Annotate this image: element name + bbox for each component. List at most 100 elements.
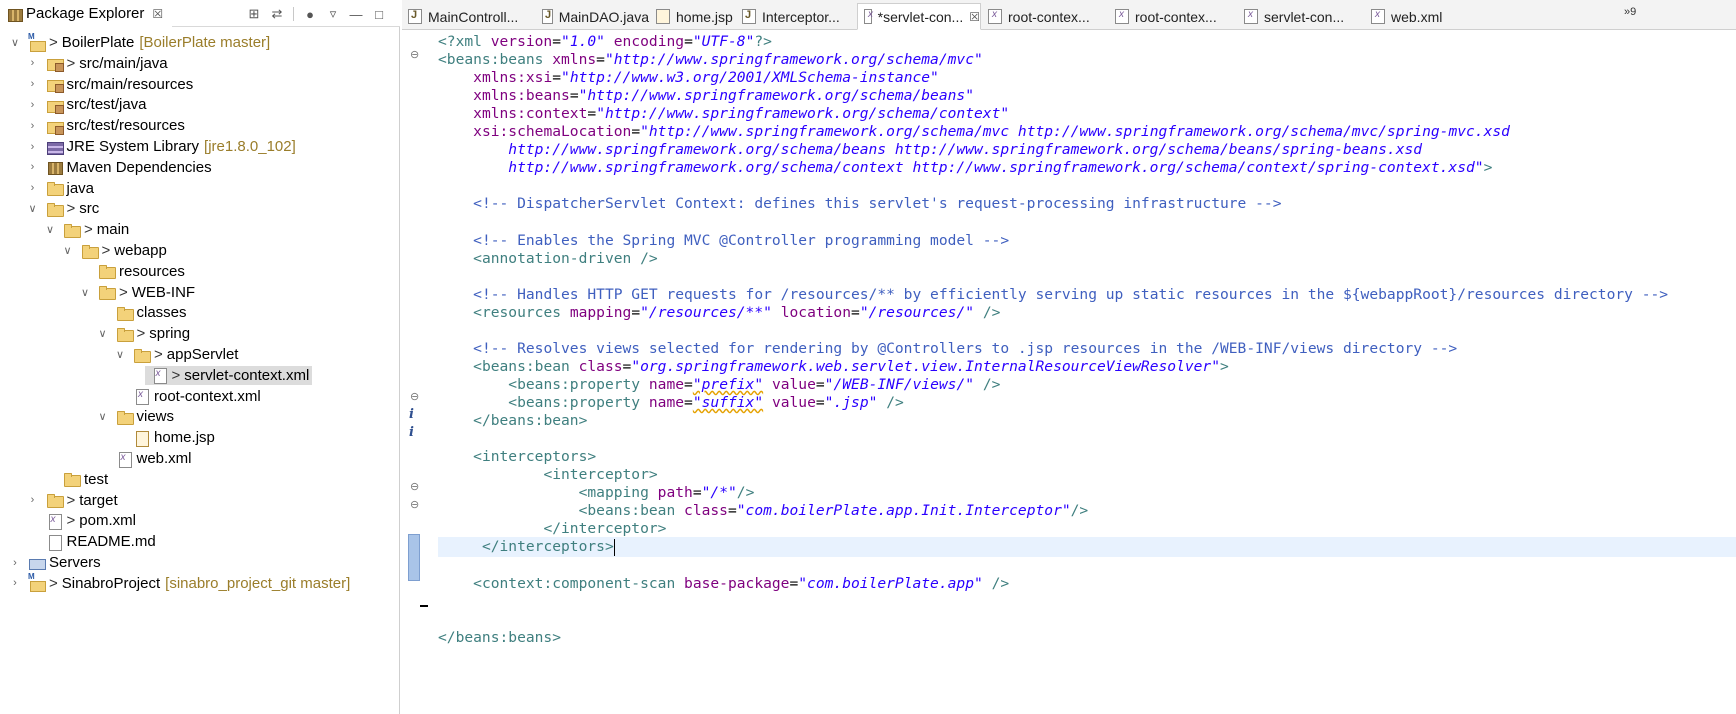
close-icon[interactable]: ☒: [969, 10, 980, 24]
editor-tab[interactable]: MainDAO.java: [536, 3, 649, 30]
code-token: "UTF-8": [692, 33, 755, 50]
chevron-right-icon[interactable]: ›: [26, 161, 40, 173]
chevron-right-icon[interactable]: ›: [26, 120, 40, 132]
focus-icon[interactable]: ●: [303, 7, 317, 22]
editor-tab[interactable]: *servlet-con... ☒: [857, 3, 981, 30]
fold-icon[interactable]: ⊖: [410, 480, 419, 493]
code-token: <annotation-driven />: [473, 249, 658, 267]
tree-item-body: src/main/resources: [40, 75, 197, 94]
tree-item-body: JRE System Library [jre1.8.0_102]: [40, 137, 299, 156]
chevron-down-icon[interactable]: ∨: [61, 244, 75, 257]
insertion-marker: [420, 605, 428, 607]
tree-item[interactable]: ∨ > spring: [96, 322, 194, 345]
tree-item[interactable]: ∨>BoilerPlate[BoilerPlate master]: [8, 31, 273, 54]
chevron-right-icon[interactable]: ›: [26, 78, 40, 90]
editor-tab[interactable]: root-contex...: [982, 3, 1108, 30]
code-token: =: [789, 574, 799, 592]
project-icon: [28, 32, 46, 52]
git-branch-label: [BoilerPlate master]: [139, 34, 271, 51]
tree-item[interactable]: root-context.xml: [113, 385, 264, 408]
tree-item[interactable]: › > target: [26, 489, 121, 512]
link-with-editor-icon[interactable]: ⇄: [270, 6, 284, 22]
fold-icon[interactable]: ⊖: [410, 390, 419, 403]
folder-icon: [63, 222, 81, 238]
maximize-icon[interactable]: □: [372, 7, 386, 22]
collapse-all-icon[interactable]: ⊞: [247, 6, 261, 22]
tree-item[interactable]: ∨ > main: [43, 218, 132, 241]
tree-item[interactable]: >servlet-context.xml: [131, 364, 313, 387]
chevron-right-icon[interactable]: ›: [8, 577, 22, 589]
tree-item[interactable]: ›>SinabroProject[sinabro_project_git mas…: [8, 572, 353, 595]
chevron-down-icon[interactable]: ∨: [43, 223, 57, 236]
chevron-down-icon[interactable]: ∨: [96, 327, 110, 340]
package-explorer-title: Package Explorer: [26, 5, 145, 22]
tree-item[interactable]: › > src/main/java: [26, 52, 171, 75]
tree-item[interactable]: ∨ > src: [26, 197, 103, 220]
editor-tab[interactable]: MainControll...: [402, 3, 535, 30]
code-token: =: [596, 51, 605, 69]
chevron-down-icon[interactable]: ∨: [96, 410, 110, 423]
code-token: class: [578, 357, 623, 375]
chevron-right-icon[interactable]: ›: [8, 557, 22, 569]
chevron-right-icon[interactable]: ›: [26, 141, 40, 153]
tree-item[interactable]: resources: [78, 260, 188, 283]
chevron-down-icon[interactable]: ∨: [26, 202, 40, 215]
tree-item-label: main: [96, 221, 130, 239]
tree-item[interactable]: › Maven Dependencies: [26, 156, 215, 179]
tree-item-body: >SinabroProject[sinabro_project_git mast…: [22, 572, 353, 593]
package-explorer-view: Package Explorer ☒ ⊞ ⇄ ● ▿ — □ ∨>BoilerP…: [0, 0, 400, 714]
chevron-right-icon[interactable]: ›: [26, 494, 40, 506]
code-token: "http://www.springframework.org/schema/m…: [604, 51, 983, 69]
tree-item[interactable]: ∨ > WEB-INF: [78, 281, 198, 304]
tree-item[interactable]: › JRE System Library [jre1.8.0_102]: [26, 135, 299, 158]
fold-icon[interactable]: ⊖: [410, 498, 419, 511]
chevron-right-icon[interactable]: ›: [26, 182, 40, 194]
tree-item[interactable]: ∨ > webapp: [61, 239, 170, 262]
tree-item[interactable]: web.xml: [96, 447, 195, 470]
folder-icon: [46, 180, 64, 197]
view-menu-icon[interactable]: ▿: [326, 6, 340, 22]
tree-item[interactable]: >pom.xml: [26, 509, 139, 532]
tree-item-label: root-context.xml: [154, 387, 261, 405]
tree-item-label: target: [79, 491, 118, 509]
chevron-down-icon[interactable]: ∨: [8, 36, 22, 49]
editor-tab[interactable]: servlet-con...: [1238, 3, 1364, 30]
tree-item[interactable]: README.md: [26, 530, 159, 553]
close-icon[interactable]: ☒: [152, 7, 163, 21]
tree-item-body: >BoilerPlate[BoilerPlate master]: [22, 32, 273, 52]
code-token: <interceptors>: [473, 448, 597, 466]
code-token: class: [684, 502, 728, 520]
editor-tab-label: Interceptor...: [762, 8, 840, 25]
tree-item[interactable]: ∨ > appServlet: [113, 343, 241, 366]
editor-tab[interactable]: home.jsp: [650, 3, 735, 30]
tree-item-body: Maven Dependencies: [40, 158, 215, 177]
package-explorer-tab[interactable]: Package Explorer ☒: [0, 0, 172, 27]
fold-icon[interactable]: ⊖: [410, 48, 419, 61]
minimize-icon[interactable]: —: [349, 7, 363, 22]
tree-item-label: JRE System Library: [66, 138, 200, 155]
tree-item[interactable]: › java: [26, 177, 98, 200]
tree-item[interactable]: › src/test/java: [26, 93, 150, 116]
tree-item[interactable]: classes: [96, 301, 190, 324]
editor-tab[interactable]: Interceptor...: [736, 3, 856, 30]
tree-item[interactable]: › Servers: [8, 551, 104, 574]
tree-item[interactable]: › src/test/resources: [26, 114, 188, 137]
code-token: <beans:property: [508, 375, 649, 393]
xml-file-icon: [988, 9, 1002, 24]
jre-icon: [46, 139, 64, 155]
tree-item[interactable]: home.jsp: [113, 426, 218, 449]
code-token: <!-- Handles HTTP GET requests for /reso…: [473, 285, 1669, 303]
code-token: <resources: [473, 303, 570, 321]
chevron-down-icon[interactable]: ∨: [78, 286, 92, 299]
tab-overflow-button[interactable]: »9: [1624, 6, 1636, 18]
editor-tab[interactable]: web.xml: [1365, 3, 1485, 30]
chevron-right-icon[interactable]: ›: [26, 57, 40, 69]
chevron-right-icon[interactable]: ›: [26, 99, 40, 111]
tree-item[interactable]: test: [43, 468, 111, 491]
chevron-down-icon[interactable]: ∨: [113, 348, 127, 361]
tree-item[interactable]: › src/main/resources: [26, 73, 197, 96]
tree-item[interactable]: ∨ views: [96, 405, 178, 428]
xml-icon: [151, 367, 169, 385]
editor-tab[interactable]: root-contex...: [1109, 3, 1237, 30]
